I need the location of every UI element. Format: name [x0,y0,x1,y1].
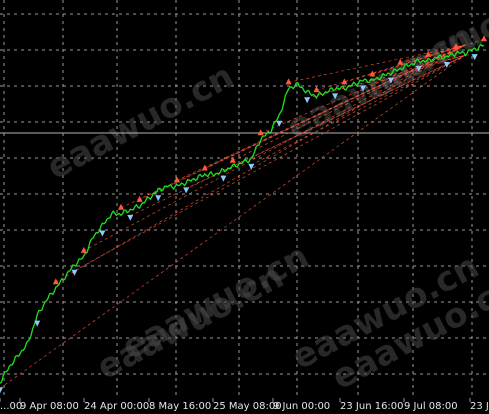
x-tick-label-8: 23 Ju... [470,401,489,412]
x-axis-ticks: ...009 Apr 08:00 24 Apr 00:00 8 May 16:00 2… [0,398,489,414]
x-tick-label-1: 9 Apr 08:00 [20,401,79,412]
x-tick-label-4: 25 May 08:00 [213,401,282,412]
x-tick-label-3: 8 May 16:00 [149,401,211,412]
x-tick-label-0: ...00 [0,401,22,412]
x-tick-label-5: 9 Jun 00:00 [273,401,330,412]
price-chart: eaawuo.cn eaawuo.cneaawuo.cneaawuo.cneaaw… [0,0,489,414]
x-tick-label-2: 24 Apr 00:00 [84,401,149,412]
x-tick-label-6: 23 Jun 16:00 [340,401,404,412]
x-tick-label-7: 9 Jul 08:00 [404,401,458,412]
